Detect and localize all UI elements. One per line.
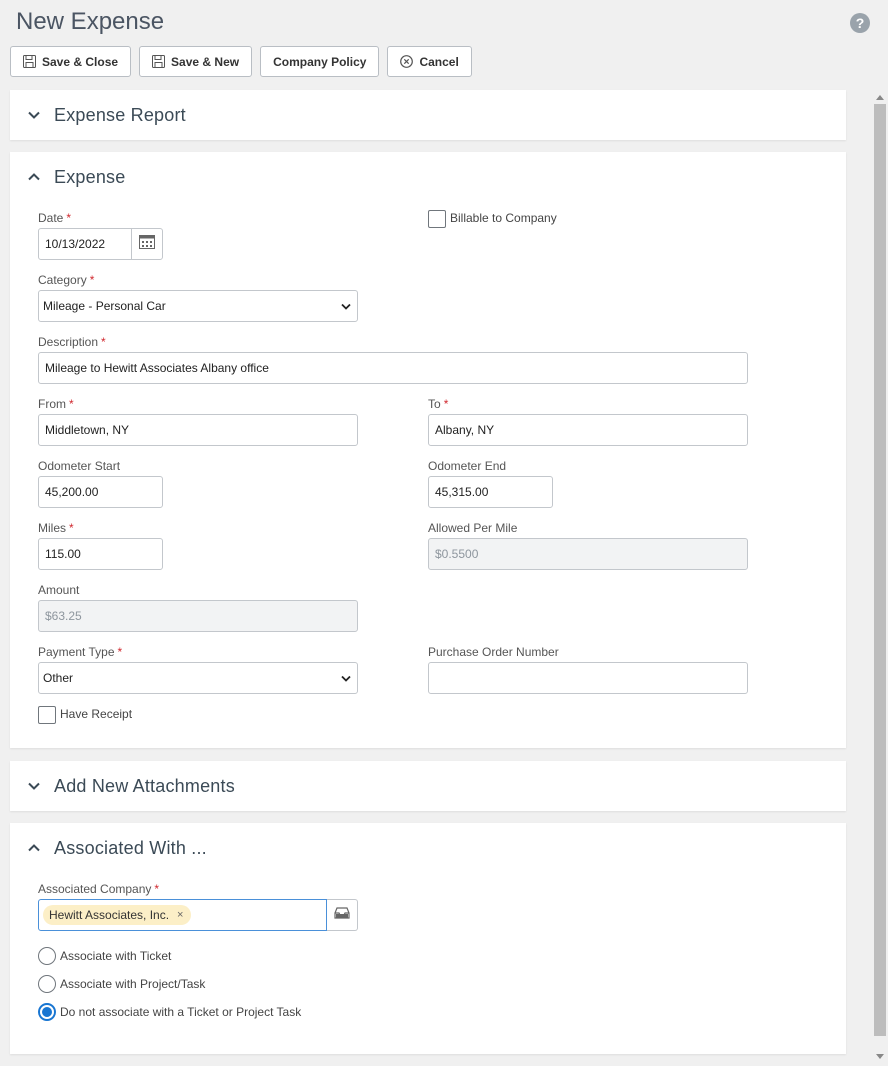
cancel-icon	[400, 55, 414, 68]
scrollbar[interactable]	[872, 90, 888, 1066]
chevron-up-icon	[28, 839, 40, 857]
expense-report-panel: Expense Report	[10, 90, 846, 140]
chevron-down-icon	[28, 106, 40, 124]
to-input[interactable]: Albany, NY	[428, 414, 748, 446]
payment-type-select[interactable]: Other	[38, 662, 358, 694]
company-tag-label: Hewitt Associates, Inc.	[49, 908, 170, 922]
date-input[interactable]: 10/13/2022	[38, 228, 132, 260]
from-input[interactable]: Middletown, NY	[38, 414, 358, 446]
save-icon	[23, 55, 36, 68]
page-title: New Expense	[16, 8, 165, 35]
associated-title: Associated With ...	[54, 837, 207, 858]
cancel-label: Cancel	[419, 54, 459, 69]
save-close-label: Save & Close	[42, 54, 119, 69]
save-new-label: Save & New	[171, 54, 240, 69]
miles-label: Miles *	[38, 521, 74, 535]
calendar-button[interactable]	[131, 228, 163, 260]
save-icon	[152, 55, 166, 68]
expense-panel: Expense Date * 10/13/2022 Billable to Com…	[10, 152, 846, 748]
associated-company-input[interactable]: Hewitt Associates, Inc. ×	[38, 899, 327, 931]
odometer-start-label: Odometer Start	[38, 459, 121, 473]
amount-input: $63.25	[38, 600, 358, 632]
category-select[interactable]: Mileage - Personal Car	[38, 290, 358, 322]
from-label: From *	[38, 397, 74, 411]
scroll-down-arrow-icon[interactable]	[876, 1054, 884, 1059]
associate-project-label: Associate with Project/Task	[60, 977, 206, 991]
associated-company-label: Associated Company *	[38, 882, 160, 896]
cancel-button[interactable]: Cancel	[387, 46, 472, 77]
purchase-order-label: Purchase Order Number	[428, 645, 559, 659]
no-association-label: Do not associate with a Ticket or Projec…	[60, 1005, 302, 1019]
company-tag: Hewitt Associates, Inc. ×	[43, 905, 192, 925]
odometer-start-input[interactable]: 45,200.00	[38, 476, 163, 508]
to-label: To *	[428, 397, 449, 411]
odometer-end-label: Odometer End	[428, 459, 507, 473]
chevron-down-icon	[341, 299, 351, 313]
have-receipt-checkbox[interactable]	[38, 706, 56, 724]
attachments-title: Add New Attachments	[54, 775, 235, 796]
toolbar: Save & Close Save & New Company Policy C…	[10, 46, 472, 78]
expense-title: Expense	[54, 166, 126, 187]
company-policy-button[interactable]: Company Policy	[260, 46, 380, 77]
associated-header[interactable]: Associated With ...	[10, 823, 846, 873]
billable-label: Billable to Company	[450, 211, 557, 225]
category-label: Category *	[38, 273, 95, 287]
amount-label: Amount	[38, 583, 80, 597]
odometer-end-input[interactable]: 45,315.00	[428, 476, 553, 508]
associate-ticket-radio[interactable]	[38, 947, 56, 965]
billable-checkbox[interactable]	[428, 210, 446, 228]
description-input[interactable]: Mileage to Hewitt Associates Albany offi…	[38, 352, 748, 384]
expense-report-header[interactable]: Expense Report	[10, 90, 846, 140]
date-label: Date *	[38, 211, 72, 225]
associate-ticket-label: Associate with Ticket	[60, 949, 172, 963]
company-policy-label: Company Policy	[273, 54, 367, 69]
purchase-order-input[interactable]	[428, 662, 748, 694]
chevron-down-icon	[341, 671, 351, 685]
payment-type-label: Payment Type *	[38, 645, 123, 659]
scroll-thumb[interactable]	[874, 104, 886, 1036]
associate-project-radio[interactable]	[38, 975, 56, 993]
chevron-up-icon	[28, 168, 40, 186]
attachments-panel: Add New Attachments	[10, 761, 846, 811]
expense-report-title: Expense Report	[54, 104, 186, 125]
help-icon[interactable]: ?	[850, 13, 870, 33]
description-label: Description *	[38, 335, 106, 349]
associated-panel: Associated With ... Associated Company * …	[10, 823, 846, 1054]
allowed-per-mile-input: $0.5500	[428, 538, 748, 570]
save-close-button[interactable]: Save & Close	[10, 46, 132, 77]
close-icon[interactable]: ×	[177, 909, 183, 921]
no-association-radio[interactable]	[38, 1003, 56, 1021]
allowed-per-mile-label: Allowed Per Mile	[428, 521, 518, 535]
chevron-down-icon	[28, 777, 40, 795]
company-lookup-button[interactable]	[327, 899, 358, 931]
attachments-header[interactable]: Add New Attachments	[10, 761, 846, 811]
scroll-up-arrow-icon[interactable]	[876, 95, 884, 100]
miles-input[interactable]: 115.00	[38, 538, 163, 570]
have-receipt-label: Have Receipt	[60, 707, 133, 721]
lookup-icon	[334, 906, 350, 924]
save-new-button[interactable]: Save & New	[139, 46, 253, 77]
expense-header[interactable]: Expense	[10, 152, 846, 202]
calendar-icon	[139, 234, 155, 254]
